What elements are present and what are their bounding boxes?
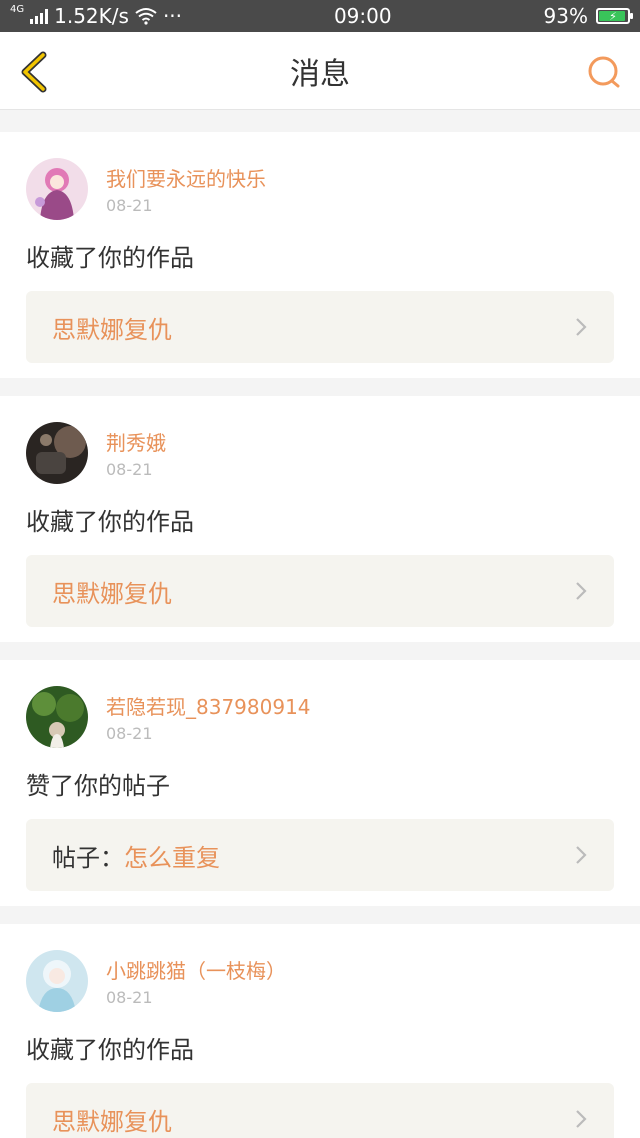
search-button[interactable] xyxy=(584,52,624,92)
message-date: 08-21 xyxy=(106,988,153,1007)
target-title: 思默娜复仇 xyxy=(52,315,172,344)
target-label: 帖子：怎么重复 xyxy=(52,838,220,873)
more-dots: ··· xyxy=(162,4,183,28)
target-label: 思默娜复仇 xyxy=(52,1102,172,1137)
spacer xyxy=(0,110,640,132)
action-text: 收藏了你的作品 xyxy=(26,1036,194,1064)
target-label: 思默娜复仇 xyxy=(52,310,172,345)
target-title: 思默娜复仇 xyxy=(52,579,172,608)
action-text: 赞了你的帖子 xyxy=(26,772,170,800)
user-meta: 荆秀娥 08-21 xyxy=(106,427,166,479)
message-card: 小跳跳猫（一枝梅） 08-21 收藏了你的作品 思默娜复仇 xyxy=(0,924,640,1138)
message-date: 08-21 xyxy=(106,196,153,215)
avatar[interactable] xyxy=(26,422,88,484)
header: 消息 xyxy=(0,32,640,110)
target-prefix: 帖子： xyxy=(52,843,124,872)
user-row: 若隐若现_837980914 08-21 xyxy=(26,686,614,748)
battery-icon: ⚡ xyxy=(595,8,633,24)
back-button[interactable] xyxy=(16,50,52,94)
user-row: 小跳跳猫（一枝梅） 08-21 xyxy=(26,950,614,1012)
user-meta: 小跳跳猫（一枝梅） 08-21 xyxy=(106,955,286,1007)
status-time: 09:00 xyxy=(333,4,392,28)
search-icon xyxy=(588,56,620,88)
target-title: 思默娜复仇 xyxy=(52,1107,172,1136)
user-row: 我们要永远的快乐 08-21 xyxy=(26,158,614,220)
message-card: 荆秀娥 08-21 收藏了你的作品 思默娜复仇 xyxy=(0,396,640,642)
user-row: 荆秀娥 08-21 xyxy=(26,422,614,484)
signal-icon xyxy=(30,8,49,24)
chevron-right-icon xyxy=(576,1110,587,1128)
action-text: 收藏了你的作品 xyxy=(26,244,194,272)
username[interactable]: 荆秀娥 xyxy=(106,427,166,456)
action-text: 收藏了你的作品 xyxy=(26,508,194,536)
status-left: 4G 1.52K/s ··· xyxy=(10,3,183,29)
target-link[interactable]: 思默娜复仇 xyxy=(26,555,614,627)
target-label: 思默娜复仇 xyxy=(52,574,172,609)
avatar[interactable] xyxy=(26,950,88,1012)
username[interactable]: 小跳跳猫（一枝梅） xyxy=(106,955,286,984)
user-meta: 我们要永远的快乐 08-21 xyxy=(106,163,266,215)
username[interactable]: 我们要永远的快乐 xyxy=(106,163,266,192)
status-bar: 4G 1.52K/s ··· 09:00 93% ⚡ xyxy=(0,0,640,32)
target-link[interactable]: 思默娜复仇 xyxy=(26,1083,614,1138)
network-type: 4G xyxy=(10,3,25,15)
message-card: 若隐若现_837980914 08-21 赞了你的帖子 帖子：怎么重复 xyxy=(0,660,640,906)
wifi-icon xyxy=(135,8,157,25)
chevron-right-icon xyxy=(576,318,587,336)
message-date: 08-21 xyxy=(106,460,153,479)
avatar[interactable] xyxy=(26,686,88,748)
back-chevron-icon xyxy=(21,51,47,93)
target-link[interactable]: 思默娜复仇 xyxy=(26,291,614,363)
chevron-right-icon xyxy=(576,582,587,600)
status-right: 93% ⚡ xyxy=(543,4,633,28)
user-meta: 若隐若现_837980914 08-21 xyxy=(106,691,311,743)
battery-level: 93% xyxy=(543,4,588,28)
avatar[interactable] xyxy=(26,158,88,220)
target-link[interactable]: 帖子：怎么重复 xyxy=(26,819,614,891)
network-speed: 1.52K/s xyxy=(54,4,129,28)
message-card: 我们要永远的快乐 08-21 收藏了你的作品 思默娜复仇 xyxy=(0,132,640,378)
chevron-right-icon xyxy=(576,846,587,864)
target-title: 怎么重复 xyxy=(124,843,220,872)
username[interactable]: 若隐若现_837980914 xyxy=(106,691,311,720)
message-date: 08-21 xyxy=(106,724,153,743)
message-list: 我们要永远的快乐 08-21 收藏了你的作品 思默娜复仇 荆秀娥 08-21 收… xyxy=(0,132,640,1138)
page-title: 消息 xyxy=(290,56,350,92)
